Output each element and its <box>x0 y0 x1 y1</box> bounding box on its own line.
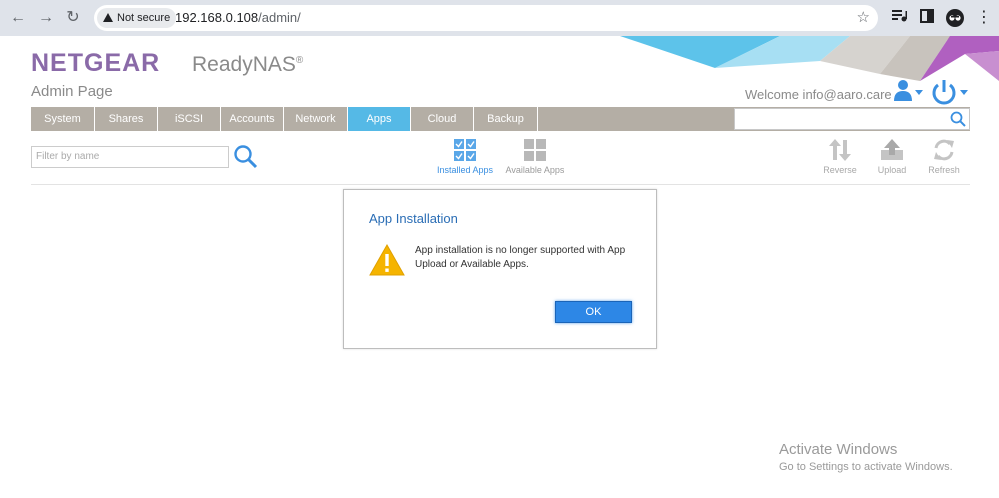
registered-mark: ® <box>295 55 304 66</box>
bookmark-star-icon[interactable]: ☆ <box>857 8 870 26</box>
url-host: 192.168.0.108 <box>175 10 259 25</box>
profile-icon[interactable] <box>945 8 965 28</box>
filter-search-icon[interactable] <box>233 144 259 170</box>
activate-windows-subtitle: Go to Settings to activate Windows. <box>779 461 953 473</box>
page-subtitle: Admin Page <box>31 83 113 100</box>
readynas-admin-page: NETGEAR ReadyNAS® Admin Page Welcome inf… <box>0 36 999 498</box>
dialog-title: App Installation <box>369 211 458 226</box>
installed-apps-button[interactable]: Installed Apps <box>433 138 497 175</box>
refresh-label: Refresh <box>928 165 960 175</box>
installed-apps-icon <box>454 139 476 161</box>
tab-cloud[interactable]: Cloud <box>411 107 474 131</box>
upload-icon <box>881 139 903 160</box>
refresh-icon <box>934 139 954 161</box>
address-bar[interactable]: Not secure 192.168.0.108/admin/ ☆ <box>94 5 878 31</box>
product-name: ReadyNAS® <box>192 53 303 77</box>
forward-icon[interactable]: → <box>36 8 56 28</box>
refresh-button[interactable]: Refresh <box>912 138 976 175</box>
welcome-text: Welcome info@aaro.care <box>745 87 892 102</box>
reload-icon[interactable]: ↻ <box>63 8 83 28</box>
available-apps-icon <box>524 139 546 161</box>
media-control-icon[interactable] <box>890 8 910 28</box>
tab-network[interactable]: Network <box>284 107 348 131</box>
warning-icon <box>369 244 405 276</box>
activate-windows-title: Activate Windows <box>779 441 898 458</box>
header-decoration <box>620 36 999 81</box>
ok-button[interactable]: OK <box>555 301 632 323</box>
search-icon[interactable] <box>950 111 966 127</box>
installed-apps-label: Installed Apps <box>436 165 494 175</box>
power-menu-icon[interactable] <box>932 79 970 105</box>
user-menu-icon[interactable] <box>893 79 927 105</box>
url-path: /admin/ <box>258 10 301 25</box>
reverse-icon <box>829 139 851 161</box>
back-icon[interactable]: ← <box>8 8 28 28</box>
available-apps-label: Available Apps <box>505 165 565 175</box>
tab-apps[interactable]: Apps <box>348 107 411 131</box>
menu-icon[interactable]: ⋮ <box>974 8 994 28</box>
netgear-logo: NETGEAR <box>31 49 161 77</box>
tab-shares[interactable]: Shares <box>95 107 158 131</box>
tab-iscsi[interactable]: iSCSI <box>158 107 221 131</box>
filter-by-name-input[interactable]: Filter by name <box>31 146 229 168</box>
warning-icon <box>103 13 113 22</box>
security-chip[interactable]: Not secure <box>97 8 177 28</box>
security-label: Not secure <box>117 12 171 24</box>
tab-backup[interactable]: Backup <box>474 107 538 131</box>
product-label: ReadyNAS <box>192 53 296 76</box>
tab-system[interactable]: System <box>31 107 95 131</box>
url-text[interactable]: 192.168.0.108/admin/ <box>175 5 301 31</box>
available-apps-button[interactable]: Available Apps <box>503 138 567 175</box>
global-search-input[interactable] <box>734 108 970 130</box>
side-panel-icon[interactable] <box>917 8 937 28</box>
tab-accounts[interactable]: Accounts <box>221 107 284 131</box>
app-installation-dialog: App Installation App installation is no … <box>343 189 657 349</box>
dialog-message: App installation is no longer supported … <box>415 245 626 270</box>
browser-toolbar: ← → ↻ Not secure 192.168.0.108/admin/ ☆ … <box>0 0 999 36</box>
toolbar-divider <box>31 184 970 185</box>
